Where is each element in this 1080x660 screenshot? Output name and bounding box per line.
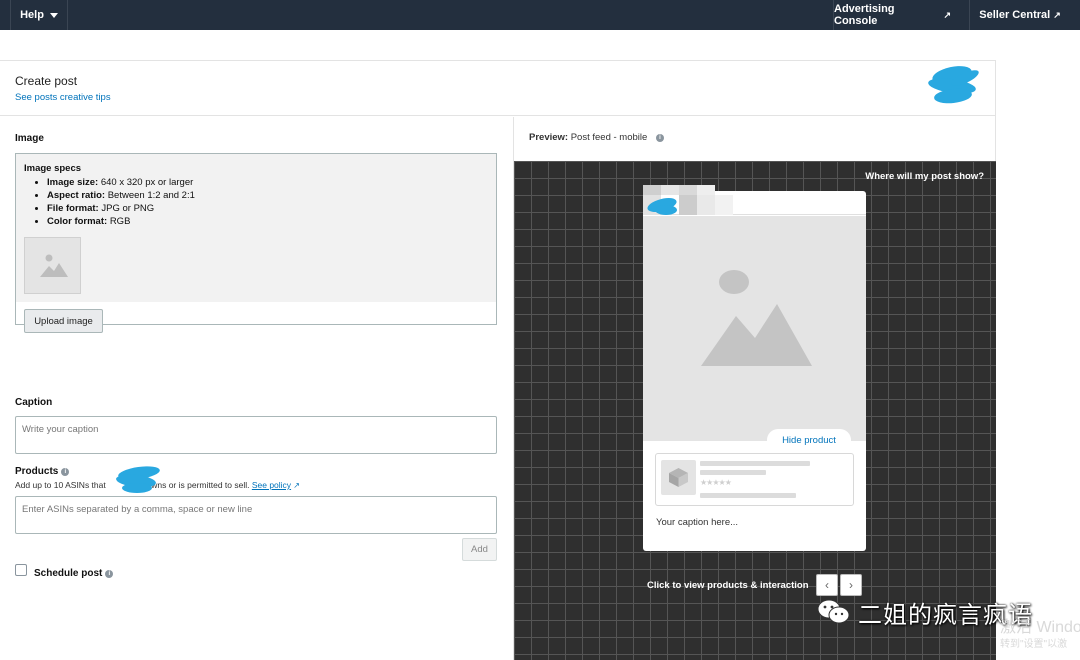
product-price-placeholder <box>700 493 796 498</box>
create-post-card: Create post See posts creative tips Imag… <box>0 60 996 660</box>
image-specs-title: Image specs <box>24 163 82 174</box>
image-specs-list: Image size: 640 x 320 px or larger Aspec… <box>47 176 195 228</box>
external-link-icon: ↗ <box>1053 9 1061 20</box>
hide-product-button[interactable]: Hide product <box>767 429 851 451</box>
windows-activation-text: 激活 Windo <box>1000 619 1080 636</box>
advertising-console-link[interactable]: Advertising Console ↗ <box>833 0 951 30</box>
asin-input[interactable]: Enter ASINs separated by a comma, space … <box>15 496 497 534</box>
top-nav-bar: Help Advertising Console ↗ Seller Centra… <box>0 0 1080 30</box>
caption-preview: Your caption here... <box>656 517 739 528</box>
add-asin-button[interactable]: Add <box>462 538 497 561</box>
seller-central-label: Seller Central <box>979 9 1051 21</box>
windows-activation-subtext: 转到"设置"以激 <box>1000 639 1068 650</box>
products-hint-after: owns or is permitted to sell. <box>146 480 250 490</box>
advertising-console-label: Advertising Console <box>834 3 895 27</box>
schedule-post-label: Schedule post <box>34 568 103 579</box>
products-hint: Add up to 10 ASINs that owns or is permi… <box>15 480 300 490</box>
caption-input[interactable]: Write your caption <box>15 416 497 454</box>
products-label-row: Products i <box>15 466 70 477</box>
external-link-icon: ↗ <box>943 9 951 20</box>
mobile-post-preview: Hide product ★★★★★ Your caption here... <box>643 185 866 551</box>
product-subtitle-placeholder <box>700 470 766 475</box>
schedule-label-row: Schedule post i <box>34 568 114 579</box>
help-menu[interactable]: Help <box>10 0 68 30</box>
caption-placeholder: Write your caption <box>22 424 99 435</box>
info-icon[interactable]: i <box>105 570 114 578</box>
star-rating-placeholder: ★★★★★ <box>700 478 732 487</box>
help-label: Help <box>20 9 44 21</box>
spec-item: Aspect ratio: Between 1:2 and 2:1 <box>47 189 195 202</box>
info-icon[interactable]: i <box>655 134 664 142</box>
post-image-placeholder <box>643 216 866 441</box>
preview-mode: Post feed - mobile <box>570 132 648 143</box>
image-label: Image <box>15 133 44 144</box>
where-post-shows-link[interactable]: Where will my post show? <box>865 171 984 182</box>
preview-label: Preview: Post feed - mobile i <box>529 132 664 143</box>
spec-value: RGB <box>109 216 131 227</box>
post-header <box>643 185 866 215</box>
creative-tips-link[interactable]: See posts creative tips <box>15 92 111 103</box>
spec-value: 640 x 320 px or larger <box>100 177 194 188</box>
preview-label-bold: Preview: <box>529 132 569 143</box>
spec-key: Color format: <box>47 216 108 227</box>
spec-key: Image size: <box>47 177 99 188</box>
image-specs-panel: Image specs Image size: 640 x 320 px or … <box>16 154 496 302</box>
spec-item: Image size: 640 x 320 px or larger <box>47 176 195 189</box>
page-title: Create post <box>15 74 78 88</box>
asin-placeholder: Enter ASINs separated by a comma, space … <box>22 504 253 515</box>
image-placeholder-icon <box>24 237 81 294</box>
schedule-post-checkbox[interactable] <box>15 564 27 576</box>
spec-value: JPG or PNG <box>101 203 155 214</box>
caption-label: Caption <box>15 397 53 408</box>
spec-item: File format: JPG or PNG <box>47 202 195 215</box>
products-hint-before: Add up to 10 ASINs that <box>15 480 106 490</box>
click-hint: Click to view products & interaction <box>647 580 809 591</box>
upload-image-button[interactable]: Upload image <box>24 309 103 333</box>
wechat-icon <box>817 599 850 624</box>
card-header: Create post See posts creative tips <box>0 61 995 116</box>
product-card[interactable]: ★★★★★ <box>655 453 854 506</box>
preview-canvas: Where will my post show? Hide product ★★… <box>514 161 996 660</box>
post-form: Image Image specs Image size: 640 x 320 … <box>0 117 512 660</box>
spec-key: File format: <box>47 203 99 214</box>
image-upload-area: Image specs Image size: 640 x 320 px or … <box>15 153 497 333</box>
products-label: Products <box>15 466 59 477</box>
info-icon[interactable]: i <box>61 468 70 476</box>
spec-value: Between 1:2 and 2:1 <box>107 190 195 201</box>
preview-panel: Preview: Post feed - mobile i Where will… <box>513 117 996 660</box>
seller-central-link[interactable]: Seller Central ↗ <box>969 0 1070 30</box>
external-link-icon: ↗ <box>291 481 300 490</box>
product-title-placeholder <box>700 461 810 466</box>
product-box-icon <box>661 460 696 495</box>
caret-down-icon <box>49 12 58 18</box>
spec-key: Aspect ratio: <box>47 190 106 201</box>
see-policy-link[interactable]: See policy <box>252 480 291 490</box>
spec-item: Color format: RGB <box>47 215 195 228</box>
